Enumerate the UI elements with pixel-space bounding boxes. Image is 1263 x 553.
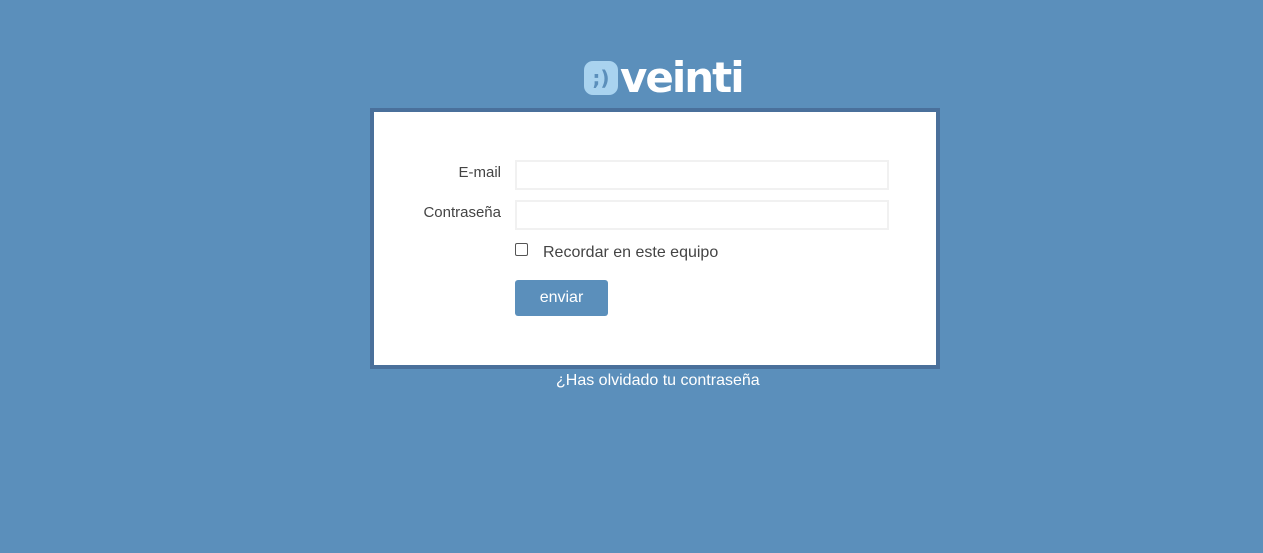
password-field[interactable] bbox=[515, 200, 889, 230]
email-label: E-mail bbox=[458, 164, 501, 181]
forgot-password-link[interactable]: ¿Has olvidado tu contraseña bbox=[556, 372, 760, 390]
login-card: E-mail Contraseña Recordar en este equip… bbox=[370, 108, 940, 369]
password-label: Contraseña bbox=[423, 204, 501, 221]
remember-checkbox[interactable] bbox=[515, 243, 528, 256]
remember-label: Recordar en este equipo bbox=[543, 244, 719, 261]
logo-text: veinti bbox=[620, 53, 745, 102]
submit-button[interactable]: enviar bbox=[515, 280, 608, 316]
logo-badge-glyph: ;) bbox=[592, 66, 610, 90]
email-field[interactable] bbox=[515, 160, 889, 190]
wink-icon: ;) bbox=[584, 61, 618, 95]
veinti-logo: ;) veinti bbox=[584, 53, 745, 102]
